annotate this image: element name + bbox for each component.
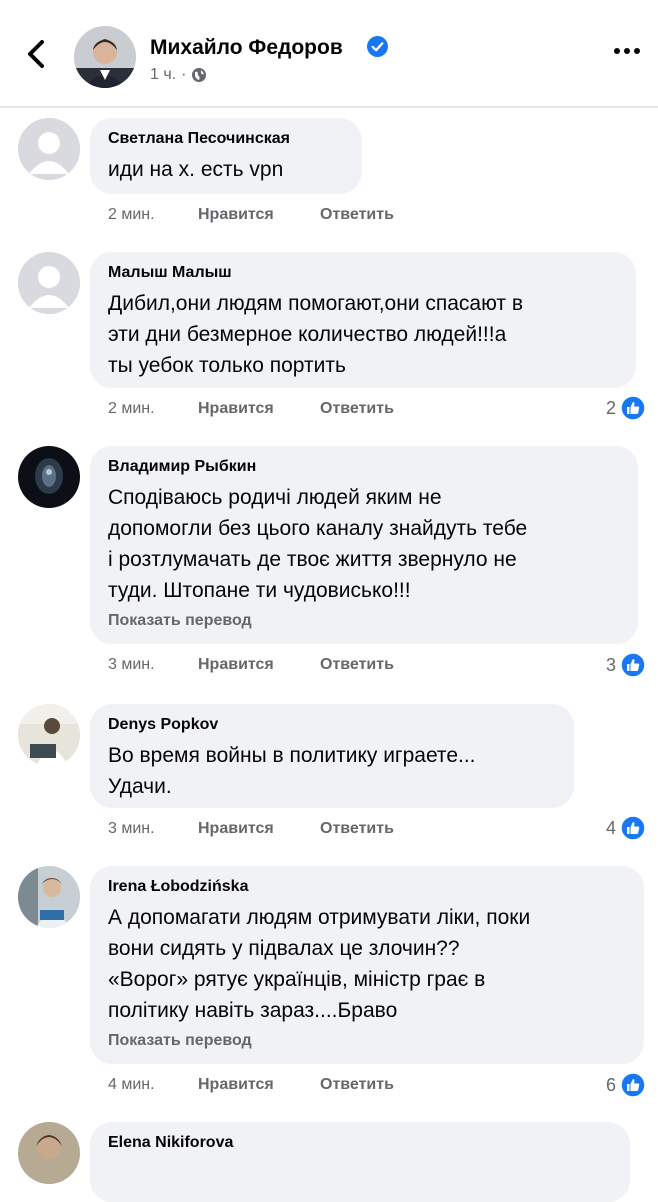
comment-bubble: Малыш Малыш Дибил,они людям помогают,они…	[90, 252, 636, 388]
comment-time[interactable]: 2 мин.	[108, 400, 198, 418]
comment-text: А допомагати людям отримувати ліки, поки…	[108, 906, 531, 1022]
reaction-count[interactable]: 2	[606, 395, 646, 421]
comment-text: Во время войны в политику играете... Уда…	[108, 744, 476, 798]
comment-avatar[interactable]	[18, 704, 80, 766]
commenter-name[interactable]: Владимир Рыбкин	[108, 458, 620, 476]
thumbs-up-icon	[620, 1072, 646, 1098]
commenter-name[interactable]: Elena Nikiforova	[108, 1134, 612, 1152]
reply-button[interactable]: Ответить	[320, 1076, 394, 1094]
globe-icon	[192, 68, 207, 82]
comment-avatar[interactable]	[18, 866, 80, 928]
reaction-count[interactable]: 3	[606, 652, 646, 678]
comment-text: Сподіваюсь родичі людей яким не допомогл…	[108, 486, 528, 602]
comment-time[interactable]: 4 мин.	[108, 1076, 198, 1094]
verified-badge-icon	[367, 36, 388, 57]
reaction-number: 4	[605, 817, 616, 838]
comment-time[interactable]: 3 мин.	[108, 656, 198, 674]
comment-avatar[interactable]	[18, 1122, 80, 1184]
reply-button[interactable]: Ответить	[320, 400, 394, 418]
post-meta: 1 ч. ·	[150, 66, 207, 84]
comment-actions: 4 мин. Нравится Ответить	[108, 1076, 394, 1094]
thumbs-up-icon	[620, 395, 646, 421]
comment-avatar[interactable]	[18, 118, 80, 180]
like-button[interactable]: Нравится	[198, 820, 320, 838]
like-button[interactable]: Нравится	[198, 400, 320, 418]
reaction-count[interactable]: 6	[606, 1072, 646, 1098]
reaction-count[interactable]: 4	[606, 815, 646, 841]
comment-text: Дибил,они людям помогают,они спасают в э…	[108, 292, 524, 377]
comment-actions: 2 мин. Нравится Ответить	[108, 206, 394, 224]
comment-bubble: Владимир Рыбкин Сподіваюсь родичі людей …	[90, 446, 638, 644]
comment-avatar[interactable]	[18, 252, 80, 314]
commenter-name[interactable]: Малыш Малыш	[108, 264, 618, 282]
author-name[interactable]: Михайло Федоров	[150, 36, 343, 60]
like-button[interactable]: Нравится	[198, 656, 320, 674]
more-options-icon[interactable]	[612, 46, 642, 56]
reply-button[interactable]: Ответить	[320, 656, 394, 674]
show-translation-link[interactable]: Показать перевод	[108, 1032, 626, 1050]
comment-bubble: Denys Popkov Во время войны в политику и…	[90, 704, 574, 808]
commenter-name[interactable]: Светлана Песочинская	[108, 130, 344, 148]
comment-bubble: Irena Łobodzińska А допомагати людям отр…	[90, 866, 644, 1064]
comment-actions: 3 мин. Нравится Ответить	[108, 656, 394, 674]
reply-button[interactable]: Ответить	[320, 206, 394, 224]
thumbs-up-icon	[620, 815, 646, 841]
like-button[interactable]: Нравится	[198, 1076, 320, 1094]
comment-time[interactable]: 3 мин.	[108, 820, 198, 838]
commenter-name[interactable]: Irena Łobodzińska	[108, 878, 626, 896]
thumbs-up-icon	[620, 652, 646, 678]
comment-bubble: Elena Nikiforova	[90, 1122, 630, 1202]
reaction-number: 6	[605, 1074, 616, 1095]
commenter-name[interactable]: Denys Popkov	[108, 716, 556, 734]
comment-bubble: Светлана Песочинская иди на х. есть vpn	[90, 118, 362, 194]
back-arrow-icon[interactable]	[22, 38, 50, 70]
comment-text: иди на х. есть vpn	[108, 158, 284, 181]
author-avatar[interactable]	[74, 26, 136, 88]
like-button[interactable]: Нравится	[198, 206, 320, 224]
comment-actions: 3 мин. Нравится Ответить	[108, 820, 394, 838]
reaction-number: 2	[605, 397, 616, 418]
reaction-number: 3	[605, 654, 616, 675]
comment-avatar[interactable]	[18, 446, 80, 508]
post-header: Михайло Федоров 1 ч. ·	[0, 0, 658, 108]
comment-actions: 2 мин. Нравится Ответить	[108, 400, 394, 418]
post-time[interactable]: 1 ч.	[150, 66, 176, 84]
reply-button[interactable]: Ответить	[320, 820, 394, 838]
show-translation-link[interactable]: Показать перевод	[108, 612, 620, 630]
comment-time[interactable]: 2 мин.	[108, 206, 198, 224]
